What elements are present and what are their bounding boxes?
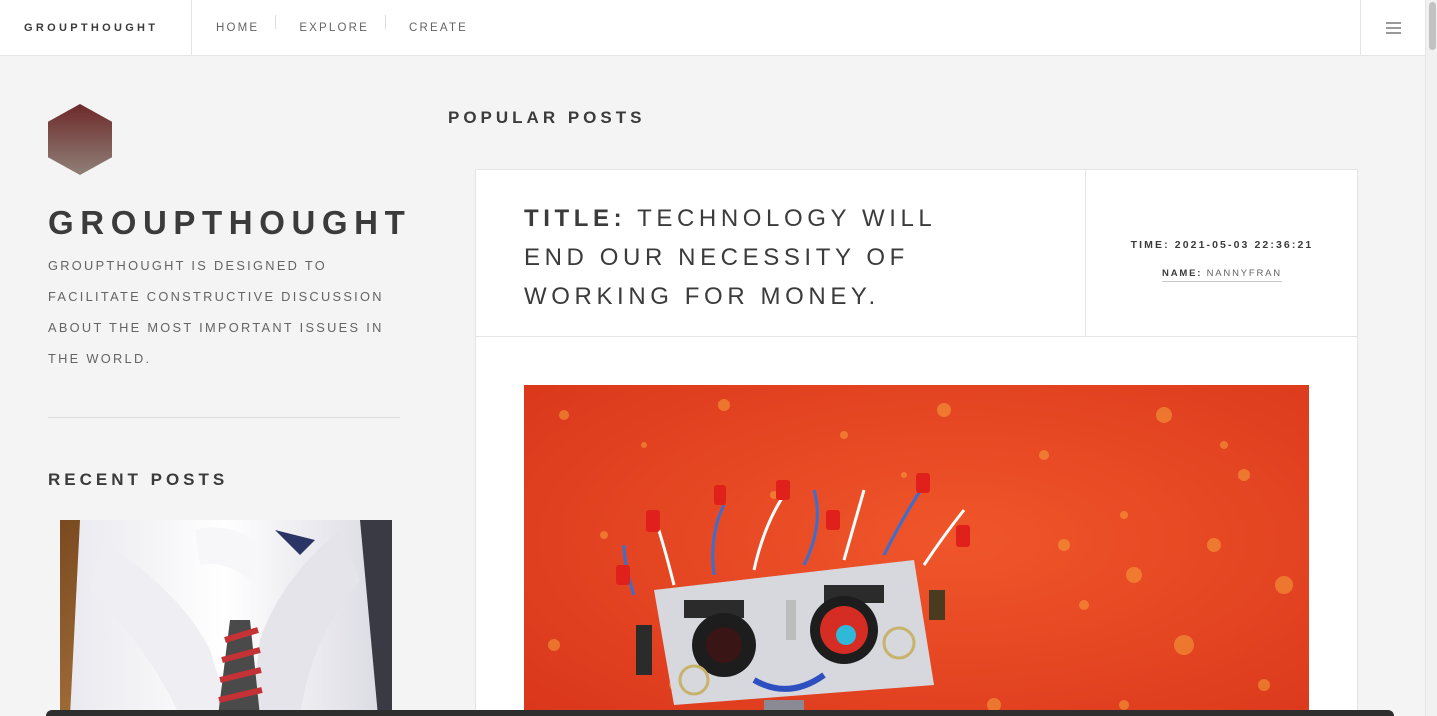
post-title[interactable]: TITLE: TECHNOLOGY WILL END OUR NECESSITY… [524,199,994,316]
post-image[interactable] [524,385,1309,716]
post-author-label: NAME: [1162,268,1203,279]
nav-item-explore[interactable]: EXPLORE [275,14,385,35]
brand-logo-text[interactable]: GROUPTHOUGHT [0,0,192,55]
recent-post-thumbnail[interactable] [60,520,392,716]
page-scrollbar[interactable] [1425,0,1437,716]
post-time-value: 2021-05-03 22:36:21 [1174,239,1314,251]
post-header: TITLE: TECHNOLOGY WILL END OUR NECESSITY… [476,170,1357,337]
post-card: TITLE: TECHNOLOGY WILL END OUR NECESSITY… [475,169,1358,716]
post-title-label: TITLE: [524,205,627,232]
robot-toy-image [524,385,1309,716]
recent-posts-heading: RECENT POSTS [48,470,229,489]
post-author: NAME: NANNYFRAN [1086,268,1358,282]
top-navbar: GROUPTHOUGHT HOME EXPLORE CREATE [0,0,1425,56]
popular-posts-heading: POPULAR POSTS [448,108,646,127]
post-author-link[interactable]: NAME: NANNYFRAN [1162,268,1282,282]
bottom-overlay-bar [46,710,1394,716]
sidebar-divider [48,417,400,418]
hamburger-icon [1385,21,1401,34]
shirt-and-tie-image [60,520,392,716]
nav-item-home[interactable]: HOME [192,21,275,35]
main-nav: HOME EXPLORE CREATE [192,0,484,55]
scrollbar-thumb[interactable] [1429,2,1436,50]
menu-button[interactable] [1360,0,1425,55]
nav-item-create[interactable]: CREATE [385,14,484,35]
post-time-label: TIME: [1130,239,1170,251]
site-title: GROUPTHOUGHT [48,204,412,241]
post-author-value: NANNYFRAN [1206,268,1282,279]
post-time: TIME: 2021-05-03 22:36:21 [1086,239,1358,251]
post-meta: TIME: 2021-05-03 22:36:21 NAME: NANNYFRA… [1085,170,1357,336]
site-description: GROUPTHOUGHT IS DESIGNED TO FACILITATE C… [48,258,384,366]
hexagon-logo-icon [48,104,112,175]
